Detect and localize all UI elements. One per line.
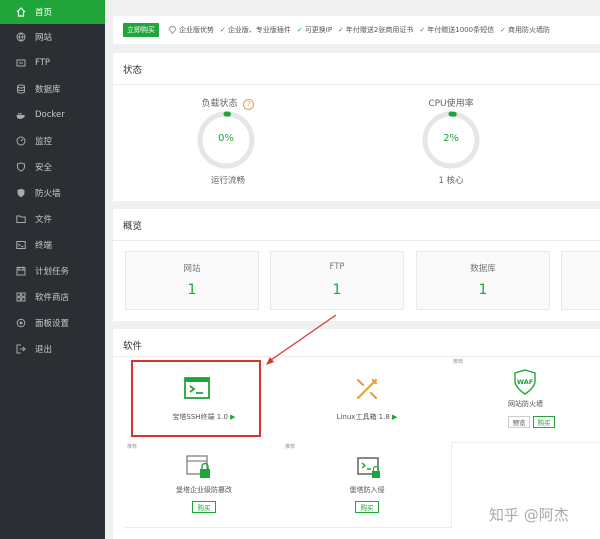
sidebar-item-label: Docker <box>35 110 65 120</box>
calendar-icon <box>16 266 26 276</box>
sidebar-item-terminal[interactable]: 终端 <box>0 233 105 257</box>
sidebar-item-label: 首页 <box>35 8 53 18</box>
terminal-icon <box>16 240 26 250</box>
folder-icon <box>16 214 26 224</box>
sidebar-item-database[interactable]: 数据库 <box>0 77 105 101</box>
monitor-icon <box>16 136 26 146</box>
sidebar-item-files[interactable]: 文件 <box>0 207 105 231</box>
firewall-icon <box>16 188 26 198</box>
sidebar-item-label: 安全 <box>35 163 53 173</box>
sidebar-item-home[interactable]: 首页 <box>0 0 105 24</box>
sidebar-item-label: 监控 <box>35 137 53 147</box>
settings-icon <box>16 318 26 328</box>
sidebar-item-label: 防火墙 <box>35 189 61 199</box>
sidebar-item-cron[interactable]: 计划任务 <box>0 259 105 283</box>
logout-icon <box>16 344 26 354</box>
sidebar-item-ftp[interactable]: FTP <box>0 51 105 75</box>
docker-icon <box>16 110 26 120</box>
sidebar-item-label: 计划任务 <box>35 267 70 277</box>
watermark: 知乎 @阿杰 <box>489 506 569 524</box>
sidebar-item-store[interactable]: 软件商店 <box>0 285 105 309</box>
sidebar-item-security[interactable]: 安全 <box>0 155 105 179</box>
sidebar-item-monitor[interactable]: 监控 <box>0 129 105 153</box>
sidebar-item-settings[interactable]: 面板设置 <box>0 311 105 335</box>
sidebar-item-logout[interactable]: 退出 <box>0 337 105 361</box>
database-icon <box>16 84 26 94</box>
sidebar-item-website[interactable]: 网站 <box>0 25 105 49</box>
ftp-icon <box>16 58 26 68</box>
sidebar-item-label: 数据库 <box>35 85 61 95</box>
grid-icon <box>16 292 26 302</box>
sidebar-item-label: 软件商店 <box>35 293 70 303</box>
sidebar-item-label: 文件 <box>35 215 53 225</box>
sidebar-item-label: FTP <box>35 58 51 68</box>
globe-icon <box>16 32 26 42</box>
sidebar-item-firewall[interactable]: 防火墙 <box>0 181 105 205</box>
shield-icon <box>16 162 26 172</box>
main-content: 立即购买 企业版优势 ✓ 企业版、专业版插件 ✓ 可更换IP ✓ 年付赠送2张商用证书… <box>105 0 600 539</box>
sidebar-item-label: 网站 <box>35 33 53 43</box>
annotation-arrow <box>266 314 337 365</box>
sidebar: 首页 网站 FTP 数据库 Docker 监控 安全 防火墙 文件 终端 计划任… <box>0 0 105 539</box>
home-icon <box>16 7 26 17</box>
sidebar-item-label: 面板设置 <box>35 319 70 329</box>
sidebar-item-docker[interactable]: Docker <box>0 103 105 127</box>
sidebar-item-label: 终端 <box>35 241 53 251</box>
sidebar-item-label: 退出 <box>35 345 53 355</box>
